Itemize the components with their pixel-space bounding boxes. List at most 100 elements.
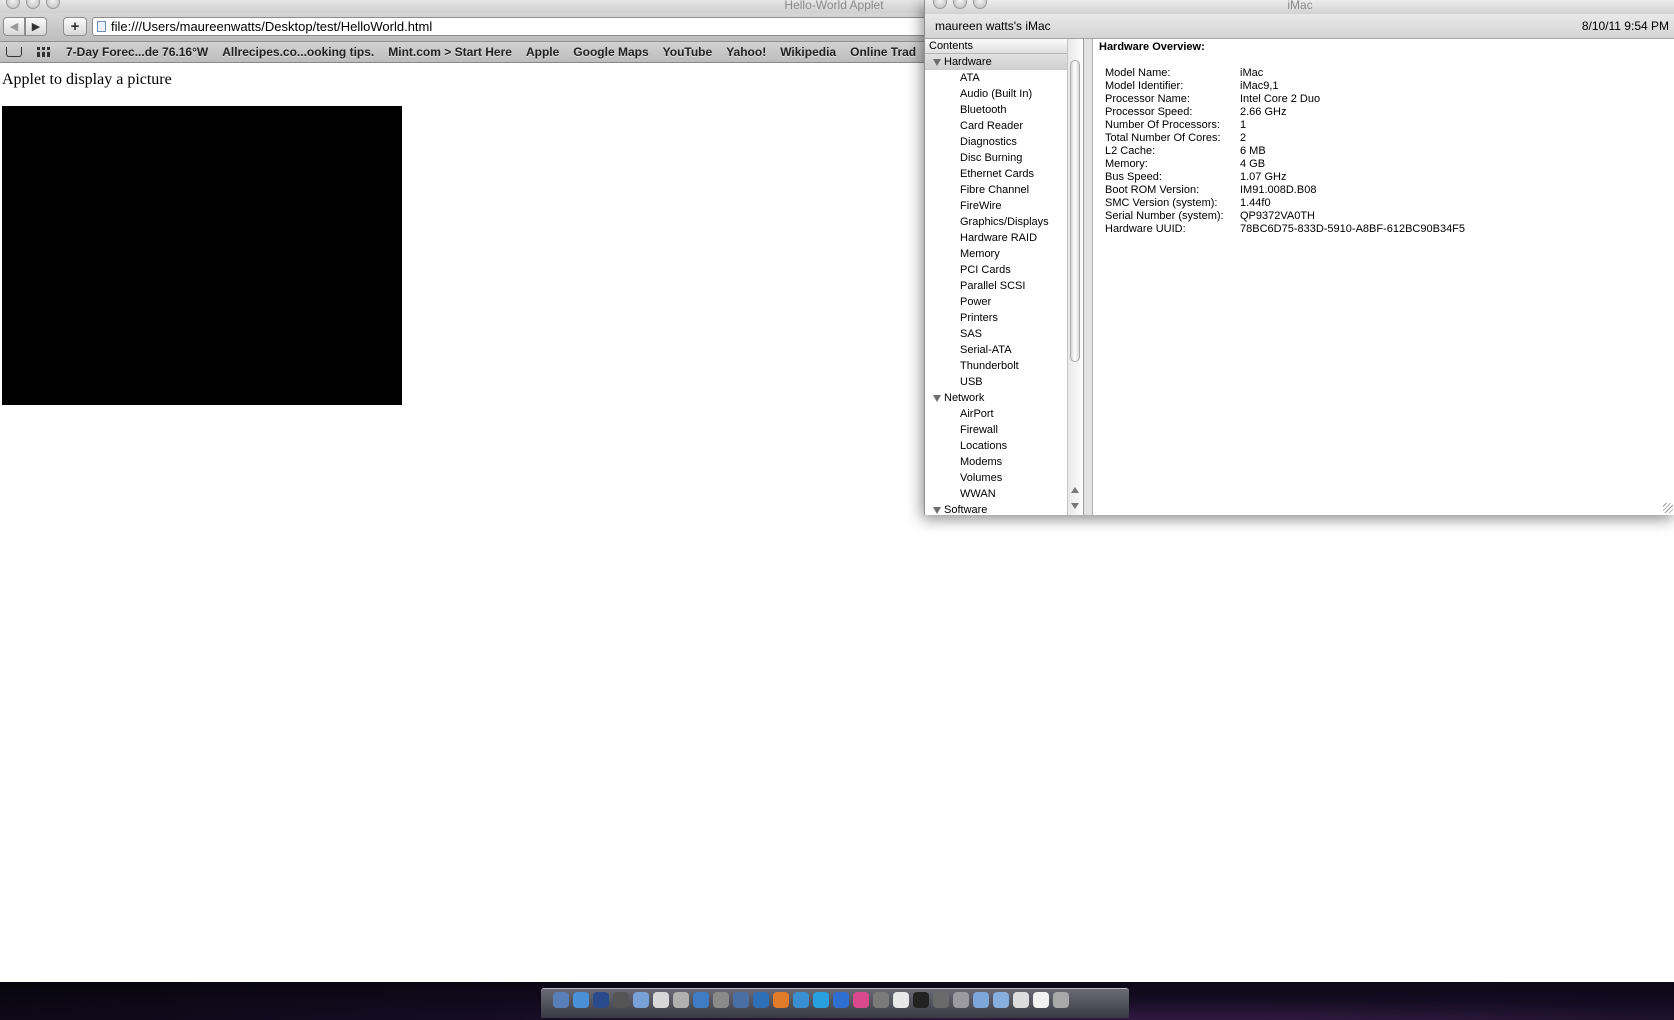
sidebar-item[interactable]: Locations <box>925 438 1067 454</box>
itunes-icon[interactable] <box>693 992 709 1008</box>
page-icon <box>97 21 106 32</box>
resize-grip-icon[interactable] <box>1663 503 1673 513</box>
add-bookmark-button[interactable]: + <box>63 17 87 36</box>
sidebar-item[interactable]: Printers <box>925 310 1067 326</box>
mail-icon[interactable] <box>733 992 749 1008</box>
sidebar-item[interactable]: AirPort <box>925 406 1067 422</box>
google-earth-icon[interactable] <box>753 992 769 1008</box>
sidebar-item[interactable]: Firewall <box>925 422 1067 438</box>
overview-row: Bus Speed: 1.07 GHz <box>1105 171 1465 184</box>
sidebar-item[interactable]: Hardware RAID <box>925 230 1067 246</box>
sidebar-item[interactable]: Thunderbolt <box>925 358 1067 374</box>
preview-document-icon[interactable] <box>1033 992 1049 1008</box>
scroll-down-arrow-icon[interactable] <box>1071 503 1079 509</box>
sidebar-tree: Hardware ATA Audio (Built In) Bluetooth Card… <box>925 54 1067 515</box>
overview-key: Processor Speed: <box>1105 106 1193 118</box>
downloads-stack-icon[interactable] <box>1013 992 1029 1008</box>
sidebar-category-hardware[interactable]: Hardware <box>925 54 1067 70</box>
disclosure-triangle-icon[interactable] <box>933 395 941 402</box>
overview-value: 1.07 GHz <box>1240 171 1287 183</box>
scroll-thumb[interactable] <box>1070 60 1080 362</box>
contents-sidebar: Contents Hardware ATA Audio (Built In) Blue… <box>925 39 1084 515</box>
overview-row: Total Number Of Cores: 2 <box>1105 132 1465 145</box>
disclosure-triangle-icon[interactable] <box>933 59 941 66</box>
sidebar-item[interactable]: Ethernet Cards <box>925 166 1067 182</box>
system-profiler-window: iMac maureen watts's iMac 8/10/11 9:54 P… <box>924 0 1674 515</box>
textedit-icon[interactable] <box>893 992 909 1008</box>
overview-key: Serial Number (system): <box>1105 210 1224 222</box>
sidebar-item[interactable]: SAS <box>925 326 1067 342</box>
overview-row: Processor Name: Intel Core 2 Duo <box>1105 93 1465 106</box>
pane-splitter[interactable] <box>1084 39 1092 515</box>
sidebar-item[interactable]: Disc Burning <box>925 150 1067 166</box>
disclosure-triangle-icon[interactable] <box>933 507 941 514</box>
applications-folder-icon[interactable] <box>973 992 989 1008</box>
overview-key: Model Name: <box>1105 67 1171 79</box>
trash-icon[interactable] <box>1053 992 1069 1008</box>
dashboard-icon[interactable] <box>613 992 629 1008</box>
bookmark-item[interactable]: 7-Day Forec...de 76.16°W <box>66 42 208 62</box>
bookmark-item[interactable]: YouTube <box>663 42 713 62</box>
sidebar-item[interactable]: Audio (Built In) <box>925 86 1067 102</box>
machine-name: maureen watts's iMac <box>935 19 1051 33</box>
overview-row: Number Of Processors: 1 <box>1105 119 1465 132</box>
scroll-up-arrow-icon[interactable] <box>1071 487 1079 493</box>
bookmark-item[interactable]: Mint.com > Start Here <box>388 42 512 62</box>
utility-icon[interactable] <box>953 992 969 1008</box>
sidebar-item[interactable]: WWAN <box>925 486 1067 502</box>
skype-icon[interactable] <box>813 992 829 1008</box>
safari-icon[interactable] <box>573 992 589 1008</box>
forward-button[interactable]: ▶ <box>25 17 47 36</box>
sidebar-category-software[interactable]: Software <box>925 502 1067 515</box>
bookmark-item[interactable]: Apple <box>526 42 559 62</box>
overview-row: SMC Version (system): 1.44f0 <box>1105 197 1465 210</box>
sidebar-item[interactable]: ATA <box>925 70 1067 86</box>
sidebar-item[interactable]: Power <box>925 294 1067 310</box>
profiler-window-title: iMac <box>1287 0 1313 12</box>
photoshop-icon[interactable] <box>593 992 609 1008</box>
firefox-icon[interactable] <box>773 992 789 1008</box>
time-machine-icon[interactable] <box>873 992 889 1008</box>
finder-icon[interactable] <box>553 992 569 1008</box>
preview-icon[interactable] <box>673 992 689 1008</box>
sidebar-scrollbar[interactable] <box>1067 39 1082 515</box>
sidebar-item[interactable]: Memory <box>925 246 1067 262</box>
sidebar-item[interactable]: Serial-ATA <box>925 342 1067 358</box>
bookmark-item[interactable]: Google Maps <box>573 42 648 62</box>
applet-canvas[interactable] <box>2 106 402 405</box>
photo-booth-icon[interactable] <box>853 992 869 1008</box>
sidebar-item[interactable]: Card Reader <box>925 118 1067 134</box>
sidebar-item[interactable]: Volumes <box>925 470 1067 486</box>
script-editor-icon[interactable] <box>933 992 949 1008</box>
sidebar-item[interactable]: FireWire <box>925 198 1067 214</box>
bookmark-item[interactable]: Allrecipes.co...ooking tips. <box>222 42 374 62</box>
bookmark-item[interactable]: Online Trad <box>850 42 916 62</box>
overview-row: Model Name: iMac <box>1105 67 1465 80</box>
sidebar-item[interactable]: PCI Cards <box>925 262 1067 278</box>
internet-explorer-icon[interactable] <box>833 992 849 1008</box>
terminal-icon[interactable] <box>913 992 929 1008</box>
detail-pane: Hardware Overview: Model Name: iMac Model … <box>1092 39 1674 515</box>
reading-list-icon[interactable] <box>6 47 22 57</box>
bookmark-item[interactable]: Yahoo! <box>726 42 766 62</box>
sidebar-item[interactable]: Bluetooth <box>925 102 1067 118</box>
top-sites-icon[interactable] <box>37 47 51 57</box>
sidebar-column-header[interactable]: Contents <box>925 39 1067 54</box>
ical-icon[interactable] <box>653 992 669 1008</box>
sidebar-category-label: Network <box>944 392 985 404</box>
overview-value: iMac <box>1240 67 1264 79</box>
app-store-icon[interactable] <box>633 992 649 1008</box>
chrome-icon[interactable] <box>793 992 809 1008</box>
overview-key: SMC Version (system): <box>1105 197 1218 209</box>
sidebar-item[interactable]: USB <box>925 374 1067 390</box>
documents-folder-icon[interactable] <box>993 992 1009 1008</box>
sidebar-item[interactable]: Modems <box>925 454 1067 470</box>
system-preferences-icon[interactable] <box>713 992 729 1008</box>
sidebar-item[interactable]: Parallel SCSI <box>925 278 1067 294</box>
back-button[interactable]: ◀ <box>3 17 25 36</box>
bookmark-item[interactable]: Wikipedia <box>780 42 836 62</box>
sidebar-item[interactable]: Graphics/Displays <box>925 214 1067 230</box>
sidebar-category-network[interactable]: Network <box>925 390 1067 406</box>
sidebar-item[interactable]: Diagnostics <box>925 134 1067 150</box>
sidebar-item[interactable]: Fibre Channel <box>925 182 1067 198</box>
